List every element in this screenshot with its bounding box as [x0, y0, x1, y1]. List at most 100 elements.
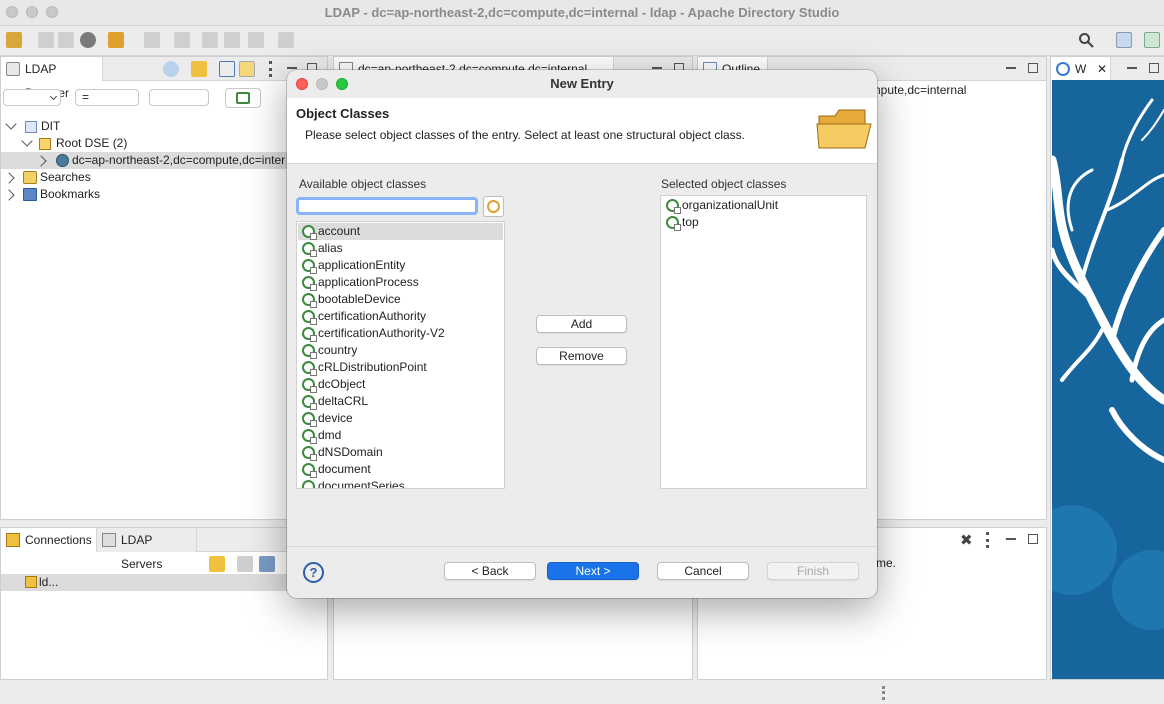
- page-title: Object Classes: [296, 106, 390, 121]
- connections-icon: [6, 533, 20, 547]
- finish-button[interactable]: Finish: [767, 562, 859, 580]
- save-icon[interactable]: [38, 32, 54, 48]
- maximize-icon[interactable]: [1028, 63, 1038, 73]
- print-icon[interactable]: [58, 32, 74, 48]
- objectclass-icon: [302, 361, 317, 376]
- list-item[interactable]: certificationAuthority: [298, 308, 503, 325]
- list-item[interactable]: dcObject: [298, 376, 503, 393]
- objectclass-icon: [302, 446, 317, 461]
- tab-connections[interactable]: Connections: [1, 528, 97, 552]
- open-perspective-icon[interactable]: [1116, 32, 1132, 48]
- close-connection-icon[interactable]: [259, 556, 275, 572]
- status-bar: [0, 680, 1164, 704]
- tab-welcome[interactable]: W ✕: [1051, 57, 1111, 81]
- chevron-right-icon[interactable]: [3, 189, 15, 201]
- list-item[interactable]: account: [298, 223, 503, 240]
- dialog-minimize-button[interactable]: [316, 78, 328, 90]
- list-item[interactable]: document: [298, 461, 503, 478]
- new-entry-dialog: New Entry Object Classes Please select o…: [287, 70, 877, 598]
- dialog-close-button[interactable]: [296, 78, 308, 90]
- gear-icon[interactable]: [80, 32, 96, 48]
- prev-edit-icon[interactable]: [202, 32, 218, 48]
- clear-icon[interactable]: ✖: [960, 531, 973, 549]
- new-connection-icon[interactable]: [209, 556, 225, 572]
- ldap-perspective-icon[interactable]: [1144, 32, 1160, 48]
- remove-button[interactable]: Remove: [536, 347, 627, 365]
- maximize-icon[interactable]: [1028, 534, 1038, 544]
- dialog-header: Object Classes Please select object clas…: [287, 98, 877, 164]
- minimize-icon[interactable]: [1127, 67, 1137, 69]
- objectclass-icon: [302, 480, 315, 488]
- selected-list[interactable]: organizationalUnit top: [660, 195, 867, 489]
- value-select[interactable]: [149, 89, 209, 106]
- list-item[interactable]: certificationAuthority-V2: [298, 325, 503, 342]
- minimize-icon[interactable]: [652, 67, 662, 69]
- help-button[interactable]: ?: [303, 562, 324, 583]
- outline-content: npute,dc=internal: [874, 83, 967, 97]
- list-item[interactable]: documentSeries: [298, 478, 503, 488]
- open-connection-icon[interactable]: [237, 556, 253, 572]
- list-item[interactable]: bootableDevice: [298, 291, 503, 308]
- filter-input[interactable]: [296, 197, 478, 215]
- window-titlebar: LDAP - dc=ap-northeast-2,dc=compute,dc=i…: [0, 0, 1164, 26]
- minimize-icon[interactable]: [1006, 67, 1016, 69]
- collapse-all-icon[interactable]: [219, 61, 235, 77]
- list-item[interactable]: cRLDistributionPoint: [298, 359, 503, 376]
- list-item[interactable]: dmd: [298, 427, 503, 444]
- cancel-button[interactable]: Cancel: [657, 562, 749, 580]
- tab-ldap-browser[interactable]: LDAP Browser: [1, 57, 103, 100]
- import-icon[interactable]: [144, 32, 160, 48]
- status-menu-icon[interactable]: [882, 686, 885, 700]
- add-button[interactable]: Add: [536, 315, 627, 333]
- list-item[interactable]: country: [298, 342, 503, 359]
- tree-item-entry[interactable]: dc=ap-northeast-2,dc=compute,dc=inter: [1, 152, 329, 169]
- chevron-down-icon[interactable]: [5, 118, 17, 130]
- list-item[interactable]: device: [298, 410, 503, 427]
- ldap-tools-icon[interactable]: [108, 32, 124, 48]
- quick-search-button[interactable]: [225, 88, 261, 108]
- available-list[interactable]: account alias applicationEntity applicat…: [296, 221, 505, 489]
- list-item[interactable]: alias: [298, 240, 503, 257]
- back-button[interactable]: < Back: [444, 562, 536, 580]
- minimize-icon[interactable]: [287, 67, 297, 69]
- chevron-right-icon[interactable]: [35, 155, 47, 167]
- refresh-icon[interactable]: [163, 61, 179, 77]
- objectclass-icon: [302, 276, 317, 291]
- chevron-down-icon[interactable]: [21, 135, 33, 147]
- dialog-zoom-button[interactable]: [336, 78, 348, 90]
- reload-schema-button[interactable]: [483, 196, 504, 217]
- ldap-servers-icon: [102, 533, 116, 547]
- chevron-right-icon[interactable]: [3, 172, 15, 184]
- list-item[interactable]: applicationEntity: [298, 257, 503, 274]
- next-button[interactable]: Next >: [547, 562, 639, 580]
- list-item[interactable]: dNSDomain: [298, 444, 503, 461]
- minimize-icon[interactable]: [1006, 538, 1016, 540]
- objectclass-icon: [302, 293, 317, 308]
- export-icon[interactable]: [174, 32, 190, 48]
- operator-select[interactable]: =: [75, 89, 139, 106]
- list-item[interactable]: applicationProcess: [298, 274, 503, 291]
- page-description: Please select object classes of the entr…: [305, 128, 745, 142]
- close-icon[interactable]: ✕: [1097, 57, 1107, 81]
- new-wizard-icon[interactable]: [6, 32, 22, 48]
- search-icon[interactable]: [1078, 32, 1094, 48]
- list-item[interactable]: organizationalUnit: [662, 197, 865, 214]
- attribute-select[interactable]: [3, 89, 61, 106]
- view-menu-icon[interactable]: [986, 532, 989, 548]
- link-with-editor-icon[interactable]: [239, 61, 255, 77]
- maximize-icon[interactable]: [1149, 63, 1159, 73]
- view-menu-icon[interactable]: [269, 61, 272, 77]
- welcome-artwork: [1052, 80, 1164, 679]
- next-edit-icon[interactable]: [224, 32, 240, 48]
- connection-item[interactable]: ld...: [1, 574, 329, 591]
- folder-icon: [816, 109, 872, 149]
- sync-icon[interactable]: [191, 61, 207, 77]
- forward-nav-icon[interactable]: [278, 32, 294, 48]
- objectclass-icon: [302, 310, 317, 325]
- list-item[interactable]: deltaCRL: [298, 393, 503, 410]
- tab-ldap-servers[interactable]: LDAP Servers: [97, 528, 197, 571]
- globe-icon: [56, 154, 69, 167]
- list-item[interactable]: top: [662, 214, 865, 231]
- back-nav-icon[interactable]: [248, 32, 264, 48]
- root-dse-icon: [39, 138, 51, 150]
